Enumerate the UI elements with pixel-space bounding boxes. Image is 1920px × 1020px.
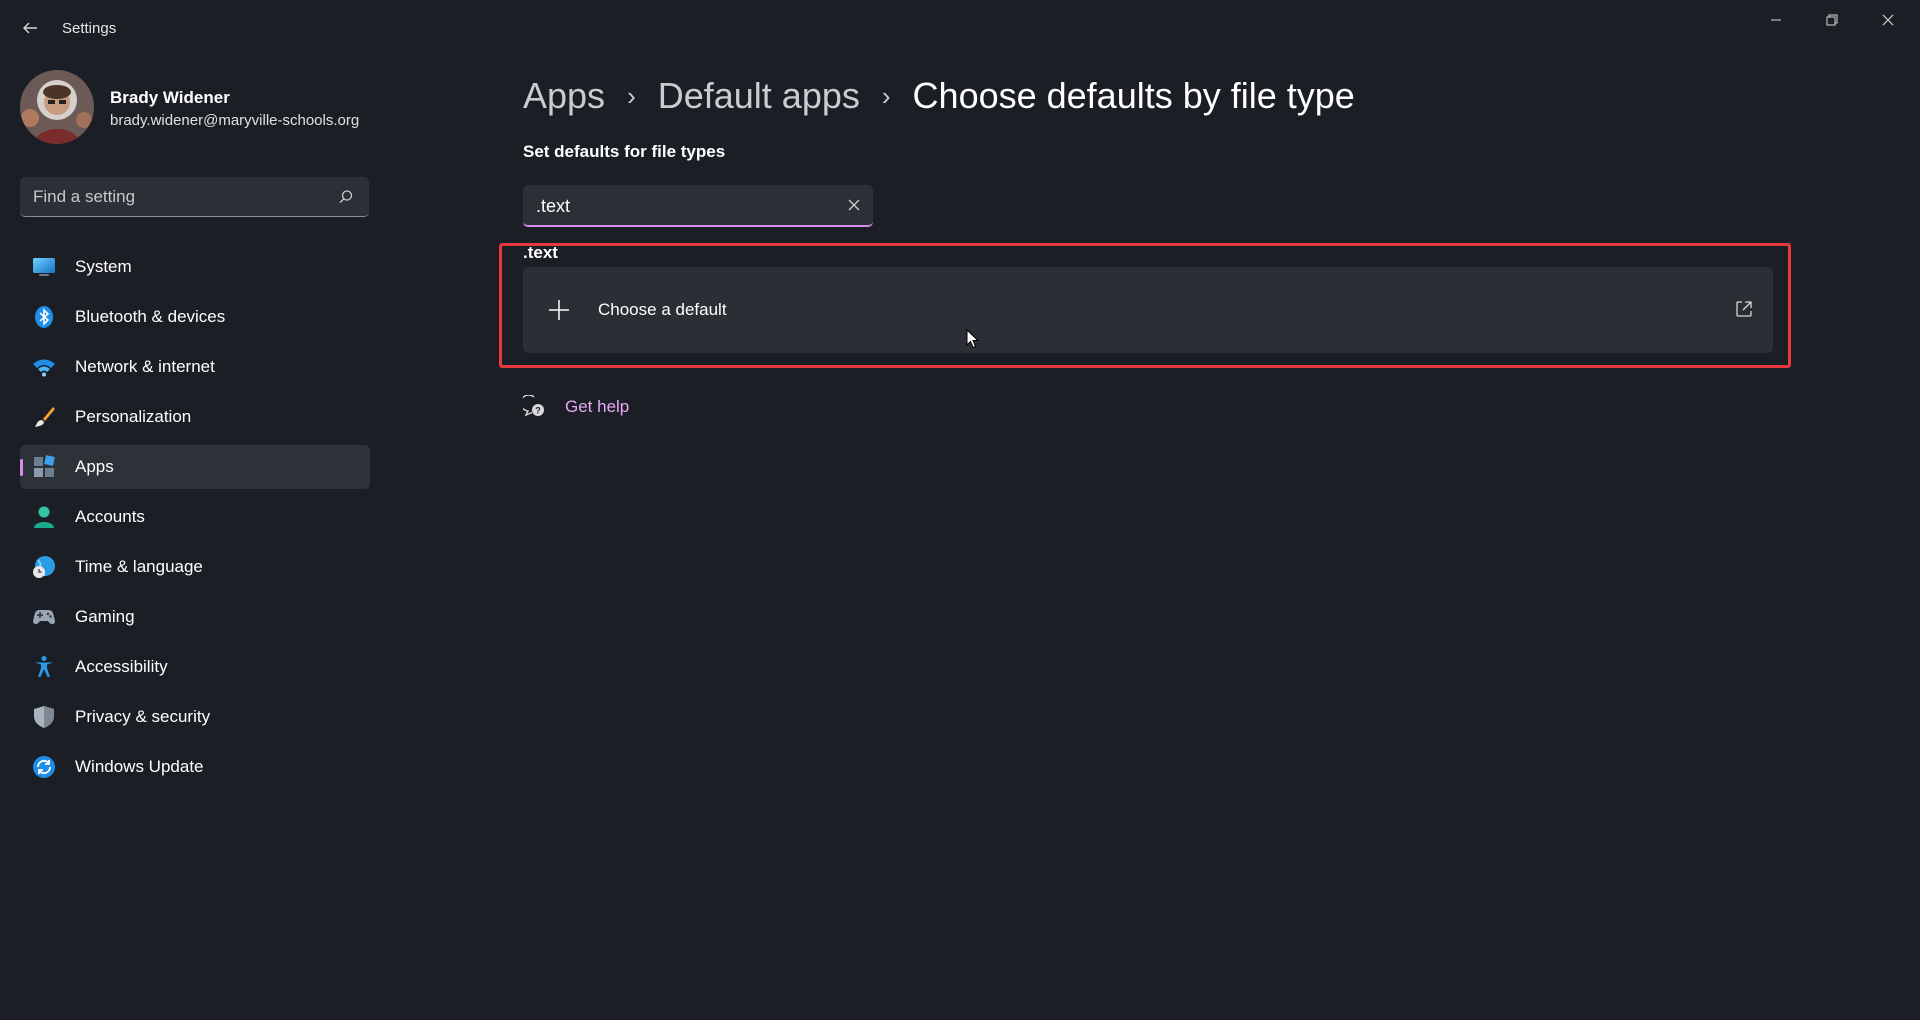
sidebar-item-label: Apps	[75, 457, 114, 476]
breadcrumb-separator: ›	[627, 80, 636, 111]
clear-search-button[interactable]	[845, 196, 863, 214]
monitor-icon	[33, 258, 55, 276]
sync-icon	[33, 756, 55, 778]
sidebar-item-label: Personalization	[75, 407, 192, 426]
plus-icon	[549, 300, 569, 320]
file-extension-label: .text	[523, 243, 558, 262]
file-type-search-input[interactable]	[523, 185, 838, 227]
shield-icon	[34, 706, 54, 728]
sidebar-item-gaming[interactable]: Gaming	[20, 595, 370, 639]
help-chat-icon: ?	[523, 395, 544, 417]
page-title: Choose defaults by file type	[912, 75, 1355, 116]
accessibility-icon	[35, 656, 53, 677]
choose-default-label: Choose a default	[598, 300, 727, 319]
open-external-icon	[1736, 301, 1752, 317]
back-button[interactable]	[18, 16, 42, 40]
search-input[interactable]	[20, 177, 335, 217]
breadcrumb-default-apps[interactable]: Default apps	[658, 75, 860, 117]
settings-search[interactable]	[20, 177, 369, 217]
brush-icon	[35, 407, 55, 427]
sidebar-item-label: Privacy & security	[75, 707, 211, 726]
user-name: Brady Widener	[110, 88, 230, 107]
search-icon	[339, 190, 353, 204]
mouse-cursor-icon	[966, 329, 980, 349]
sidebar-nav: System Bluetooth & devices Network & int…	[20, 245, 370, 795]
bluetooth-icon	[35, 306, 53, 328]
user-profile[interactable]: Brady Widener brady.widener@maryville-sc…	[20, 70, 380, 146]
breadcrumb-separator: ›	[881, 80, 891, 111]
restore-button[interactable]	[1809, 8, 1855, 32]
avatar	[20, 70, 94, 144]
clear-icon	[848, 199, 860, 211]
choose-default-button[interactable]: Choose a default	[523, 267, 1773, 353]
avatar-photo-icon	[20, 70, 94, 144]
breadcrumb: Apps › Default apps › Choose defaults by…	[523, 66, 1355, 126]
breadcrumb-apps[interactable]: Apps	[523, 75, 605, 117]
sidebar-item-privacy-security[interactable]: Privacy & security	[20, 695, 370, 739]
close-button[interactable]	[1865, 8, 1911, 32]
back-arrow-icon	[23, 22, 37, 34]
restore-icon	[1826, 14, 1838, 26]
sidebar-item-label: Network & internet	[75, 357, 215, 376]
globe-clock-icon	[33, 556, 55, 578]
close-icon	[1882, 14, 1894, 26]
user-email: brady.widener@maryville-schools.org	[110, 112, 360, 129]
sidebar-item-personalization[interactable]: Personalization	[20, 395, 370, 439]
file-type-search[interactable]	[523, 185, 873, 227]
sidebar-item-accounts[interactable]: Accounts	[20, 495, 370, 539]
sidebar-item-accessibility[interactable]: Accessibility	[20, 645, 370, 689]
wifi-icon	[33, 359, 55, 377]
sidebar-item-time-language[interactable]: Time & language	[20, 545, 370, 589]
minimize-button[interactable]	[1753, 8, 1799, 32]
sidebar-item-label: Time & language	[75, 557, 203, 576]
sidebar-item-label: System	[75, 257, 132, 276]
sidebar-item-label: Accessibility	[75, 657, 168, 676]
sidebar-item-apps[interactable]: Apps	[20, 445, 370, 489]
sidebar-item-label: Windows Update	[75, 757, 204, 776]
apps-icon	[34, 455, 55, 477]
sidebar-item-label: Bluetooth & devices	[75, 307, 226, 326]
sidebar-item-label: Accounts	[75, 507, 145, 526]
sidebar-item-windows-update[interactable]: Windows Update	[20, 745, 370, 789]
get-help-label: Get help	[565, 397, 630, 416]
section-title: Set defaults for file types	[523, 142, 726, 161]
app-title: Settings	[62, 20, 117, 37]
person-icon	[34, 506, 54, 528]
sidebar-item-bluetooth[interactable]: Bluetooth & devices	[20, 295, 370, 339]
sidebar-item-system[interactable]: System	[20, 245, 370, 289]
gamepad-icon	[33, 610, 55, 624]
sidebar-item-label: Gaming	[75, 607, 135, 626]
title-bar: Settings	[0, 0, 1920, 60]
active-indicator	[20, 459, 23, 476]
sidebar-item-network[interactable]: Network & internet	[20, 345, 370, 389]
minimize-icon	[1771, 19, 1781, 21]
svg-text:?: ?	[535, 406, 541, 416]
